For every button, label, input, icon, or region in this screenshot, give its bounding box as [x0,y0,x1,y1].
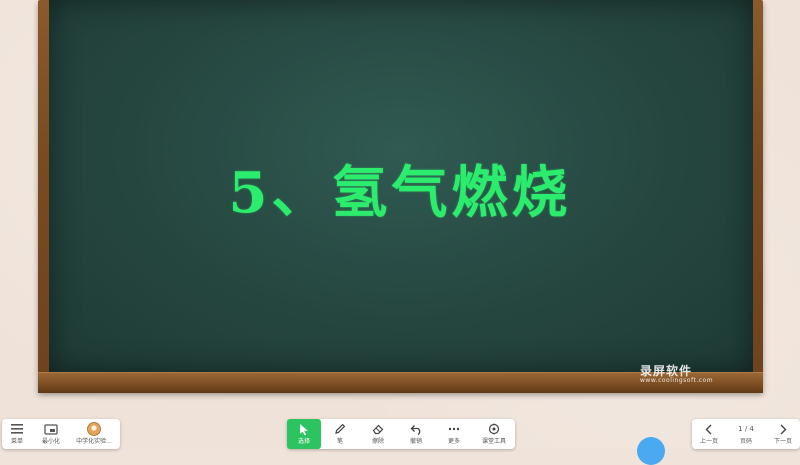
toolbox-icon [487,422,501,436]
pen-label: 笔 [336,438,343,445]
chevron-right-icon [779,422,787,436]
cursor-arrow-icon [299,422,309,436]
eraser-label: 擦除 [371,438,384,445]
menu-label: 菜单 [10,438,23,445]
page-counter: 1 / 4 [738,425,754,433]
app-avatar-icon [87,422,101,436]
app-button[interactable]: 中学化实验... [70,419,118,449]
chevron-left-icon [705,422,713,436]
recording-watermark: 录屏软件 www.coolingsoft.com [640,365,740,387]
toolbar-left: 菜单 最小化 中学化实验... [2,419,120,449]
pen-icon [334,422,346,436]
pen-tool-button[interactable]: 笔 [321,419,359,449]
app-label: 中学化实验... [76,438,112,445]
page-indicator-label: 页码 [739,438,752,445]
eraser-icon [372,422,385,436]
undo-label: 撤销 [409,438,422,445]
lesson-tools-button[interactable]: 课堂工具 [473,419,515,449]
menu-button[interactable]: 菜单 [2,419,32,449]
toolbar-center: 选择 笔 擦除 撤销 更多 课堂工具 [287,419,515,449]
select-label: 选择 [297,438,310,445]
more-label: 更多 [447,438,460,445]
toolbar-right: 上一页 1 / 4 页码 下一页 [692,419,800,449]
select-tool-button[interactable]: 选择 [287,419,321,449]
floating-action-button[interactable] [637,437,665,465]
minimize-label: 最小化 [41,438,60,445]
next-page-button[interactable]: 下一页 [766,419,800,449]
more-dots-icon [448,422,460,436]
watermark-url: www.coolingsoft.com [640,377,714,384]
prev-page-button[interactable]: 上一页 [692,419,726,449]
undo-arrow-icon [410,422,423,436]
next-page-label: 下一页 [773,438,792,445]
lesson-tools-label: 课堂工具 [481,438,506,445]
slide-title: 5、氢气燃烧 [228,160,572,226]
more-button[interactable]: 更多 [435,419,473,449]
watermark-text: 录屏软件 [640,364,693,378]
eraser-tool-button[interactable]: 擦除 [359,419,397,449]
minimize-window-icon [44,422,58,436]
hamburger-icon [11,422,23,436]
minimize-button[interactable]: 最小化 [32,419,70,449]
page-indicator[interactable]: 1 / 4 页码 [726,419,766,449]
prev-page-label: 上一页 [699,438,718,445]
undo-button[interactable]: 撤销 [397,419,435,449]
